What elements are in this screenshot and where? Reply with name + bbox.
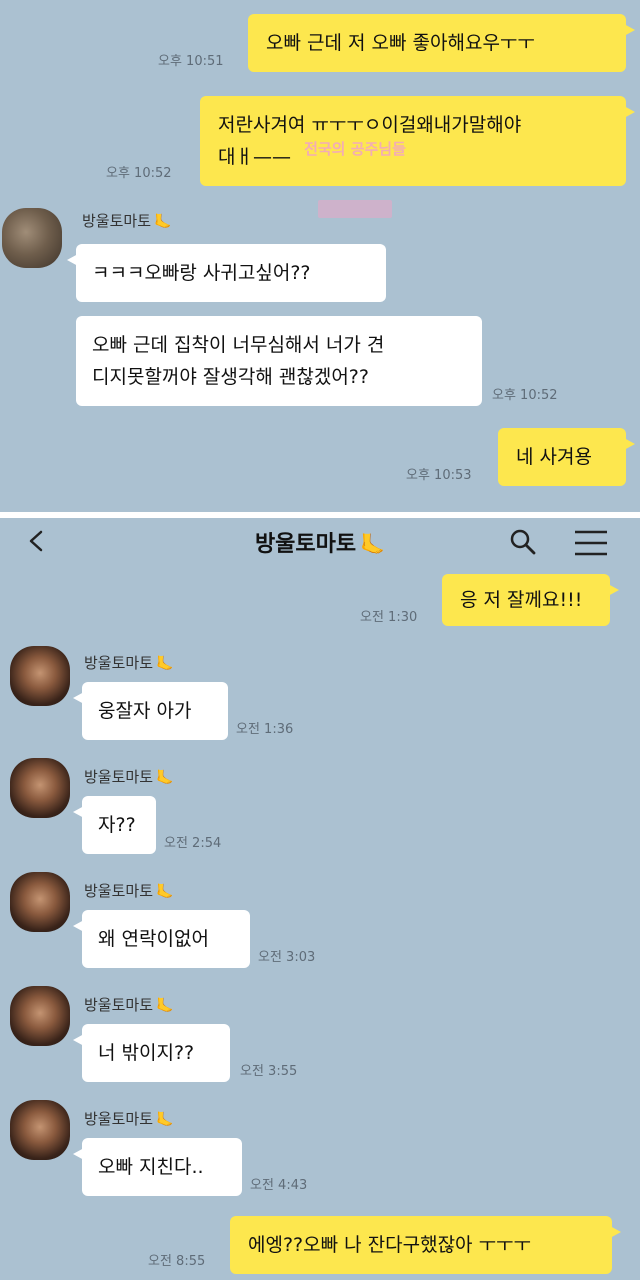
their-message-bubble: 오빠 지친다.. <box>73 1138 242 1196</box>
sender-name: 방울토마토 🦶 <box>84 1110 174 1128</box>
message-time: 오후 10:52 <box>492 388 558 403</box>
message-time: 오전 4:43 <box>250 1178 308 1193</box>
watermark-stamp <box>318 200 392 218</box>
foot-emoji-icon: 🦶 <box>154 214 172 230</box>
sender-avatar[interactable] <box>2 208 62 268</box>
sender-avatar[interactable] <box>10 1100 70 1160</box>
sender-name: 방울토마토 🦶 <box>82 212 172 230</box>
message-time: 오전 3:55 <box>240 1064 298 1079</box>
their-message-bubble: 너 밖이지?? <box>73 1024 230 1082</box>
my-message-bubble: 저란사겨여 ㅠㅜㅜㅇ이걸왜내가말해야 대ㅐ—— <box>200 96 635 186</box>
their-message-bubble: ㅋㅋㅋ오빠랑 사귀고싶어?? <box>67 244 386 302</box>
sender-avatar[interactable] <box>10 758 70 818</box>
their-message-bubble: 자?? <box>73 796 156 854</box>
sender-avatar[interactable] <box>10 646 70 706</box>
message-time: 오전 8:55 <box>148 1254 206 1269</box>
sender-name: 방울토마토 🦶 <box>84 996 174 1014</box>
message-time: 오전 3:03 <box>258 950 316 965</box>
search-icon[interactable] <box>509 528 537 556</box>
chat-title: 방울토마토 🦶 <box>254 532 386 557</box>
hamburger-menu-icon[interactable] <box>573 530 609 556</box>
message-time: 오후 10:52 <box>106 166 172 181</box>
sender-avatar[interactable] <box>10 872 70 932</box>
message-time: 오전 1:36 <box>236 722 294 737</box>
foot-emoji-icon: 🦶 <box>156 884 174 900</box>
their-message-bubble: 오빠 근데 집착이 너무심해서 너가 견 디지못할꺼야 잘생각해 괜찮겠어?? <box>76 316 482 406</box>
my-message-bubble: 오빠 근데 저 오빠 좋아해요우ㅜㅜ <box>248 14 635 72</box>
foot-emoji-icon: 🦶 <box>360 532 386 556</box>
message-time: 오후 10:53 <box>406 468 472 483</box>
their-message-bubble: 웅잘자 아가 <box>73 682 228 740</box>
foot-emoji-icon: 🦶 <box>156 770 174 786</box>
sender-avatar[interactable] <box>10 986 70 1046</box>
sender-name: 방울토마토 🦶 <box>84 882 174 900</box>
chat-header: 방울토마토 🦶 <box>0 518 640 566</box>
their-message-bubble: 왜 연락이없어 <box>73 910 250 968</box>
sender-name: 방울토마토 🦶 <box>84 654 174 672</box>
my-message-bubble: 응 저 잘께요!!! <box>442 574 619 626</box>
message-time: 오전 2:54 <box>164 836 222 851</box>
my-message-bubble: 에엥??오빠 나 잔다구했잖아 ㅜㅜㅜ <box>230 1216 621 1274</box>
foot-emoji-icon: 🦶 <box>156 1112 174 1128</box>
message-time: 오전 1:30 <box>360 610 418 625</box>
chat-screenshot-bottom: 방울토마토 🦶 오전 1:30 응 저 잘께요!!! 방울토마토 🦶 웅잘자 아가 … <box>0 518 640 1280</box>
foot-emoji-icon: 🦶 <box>156 998 174 1014</box>
message-time: 오후 10:51 <box>158 54 224 69</box>
chat-screenshot-top: 오후 10:51 오빠 근데 저 오빠 좋아해요우ㅜㅜ 오후 10:52 저란사… <box>0 0 640 512</box>
sender-name: 방울토마토 🦶 <box>84 768 174 786</box>
foot-emoji-icon: 🦶 <box>156 656 174 672</box>
watermark: 전국의 공주님들 <box>304 140 406 158</box>
my-message-bubble: 네 사겨용 <box>498 428 635 486</box>
